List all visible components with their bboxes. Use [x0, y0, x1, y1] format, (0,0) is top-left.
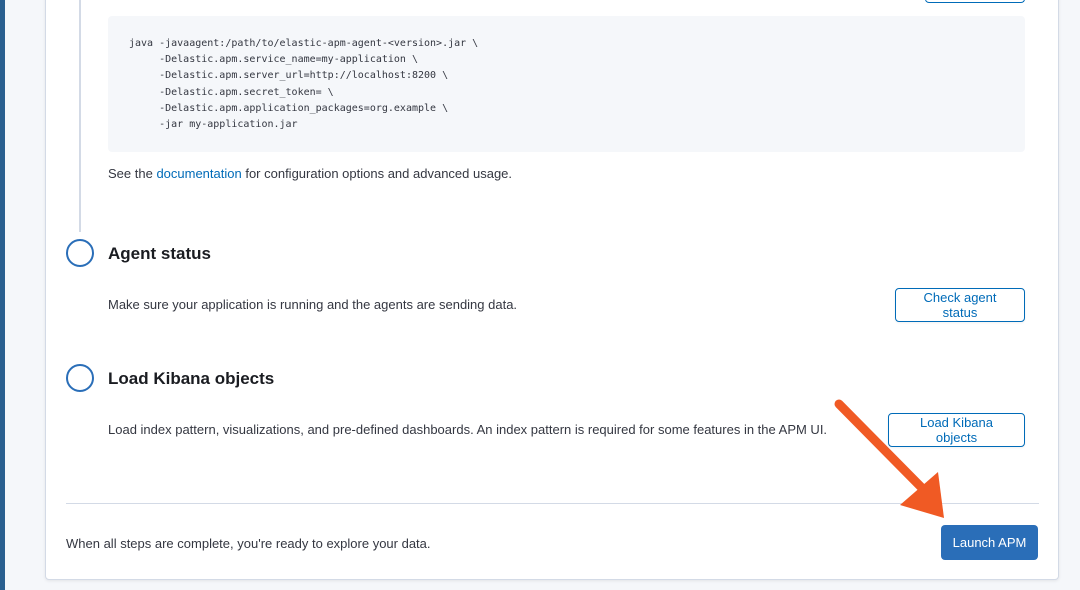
code-line: -Delastic.apm.service_name=my-applicatio… — [129, 54, 418, 66]
load-kibana-objects-button[interactable]: Load Kibana objects — [888, 413, 1025, 447]
documentation-note: See the documentation for configuration … — [108, 166, 512, 181]
step-agent-status-description: Make sure your application is running an… — [108, 297, 518, 312]
code-line: -jar my-application.jar — [129, 119, 298, 131]
code-line: -Delastic.apm.server_url=http://localhos… — [129, 70, 449, 82]
check-agent-status-button[interactable]: Check agent status — [895, 288, 1025, 322]
copy-snippet-button[interactable] — [925, 0, 1025, 3]
code-line: java -javaagent:/path/to/elastic-apm-age… — [129, 38, 479, 49]
step-agent-status-circle-icon — [66, 239, 94, 267]
footer-message: When all steps are complete, you're read… — [66, 536, 431, 551]
step-load-kibana-objects-circle-icon — [66, 364, 94, 392]
steps-timeline-line — [79, 0, 81, 232]
launch-apm-button[interactable]: Launch APM — [941, 525, 1038, 560]
doc-note-prefix: See the — [108, 166, 157, 181]
step-agent-status-title: Agent status — [108, 244, 211, 263]
left-sidebar-rail — [0, 0, 5, 590]
java-agent-command-snippet: java -javaagent:/path/to/elastic-apm-age… — [108, 16, 1025, 152]
step-load-kibana-objects-title: Load Kibana objects — [108, 369, 275, 388]
documentation-link[interactable]: documentation — [156, 166, 241, 181]
step-load-kibana-objects-description: Load index pattern, visualizations, and … — [108, 422, 828, 437]
code-line: -Delastic.apm.secret_token= \ — [129, 86, 334, 98]
footer-divider — [66, 503, 1039, 504]
code-line: -Delastic.apm.application_packages=org.e… — [129, 102, 449, 114]
doc-note-suffix: for configuration options and advanced u… — [241, 166, 513, 181]
